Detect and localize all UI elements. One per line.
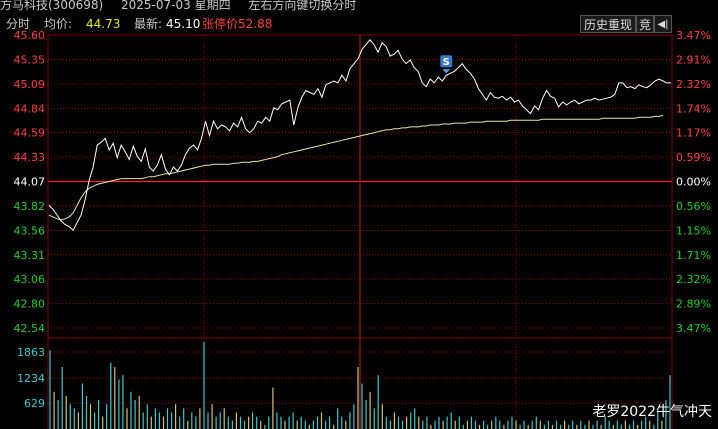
percent-tick-label: 1.17% (676, 127, 711, 140)
price-tick-label: 45.09 (14, 78, 46, 91)
price-tick-label: 42.80 (14, 298, 46, 311)
signal-pointer (442, 69, 451, 74)
percent-tick-label: 2.32% (676, 78, 711, 91)
price-tick-label: 44.59 (14, 127, 46, 140)
volume-tick-label: 1234 (17, 372, 45, 385)
percent-axis-labels: 3.47% 2.91% 2.32% 1.74% 1.17% 0.59% 0.00% 0.56%… (676, 29, 711, 335)
percent-tick-label: 2.89% (676, 298, 711, 311)
watermark-text: 老罗2022牛气冲天 (592, 404, 712, 420)
average-price-line (48, 114, 664, 221)
percent-tick-label: 2.91% (676, 53, 711, 66)
percent-tick-label: 0.56% (676, 200, 711, 213)
intraday-chart: 45.60 45.35 45.09 44.84 44.59 44.33 44.07 43.82… (14, 29, 711, 429)
percent-tick-label: 3.47% (676, 29, 711, 42)
price-tick-label: 45.35 (14, 53, 46, 66)
chart-grid (47, 34, 673, 429)
price-tick-label: 43.82 (14, 200, 46, 213)
signal-badge-label: S (443, 57, 450, 68)
percent-tick-label: 3.47% (676, 322, 711, 335)
percent-tick-label: 1.15% (676, 224, 711, 237)
price-tick-label: 42.54 (14, 322, 46, 335)
price-tick-label: 44.84 (14, 102, 46, 115)
volume-tick-label: 1863 (17, 346, 45, 359)
price-axis-labels: 45.60 45.35 45.09 44.84 44.59 44.33 44.07 43.82… (14, 29, 46, 335)
percent-tick-label: 0.59% (676, 151, 711, 164)
price-tick-label: 43.06 (14, 273, 46, 286)
price-tick-label: 44.33 (14, 151, 46, 164)
percent-tick-label: 1.71% (676, 249, 711, 262)
volume-tick-label: 629 (24, 397, 45, 410)
signal-marker[interactable]: S (440, 55, 453, 74)
price-tick-label: 43.31 (14, 249, 46, 262)
percent-tick-label: 2.32% (676, 273, 711, 286)
percent-tick-label: 0.00% (676, 176, 711, 189)
price-tick-label: 43.56 (14, 224, 46, 237)
percent-tick-label: 1.74% (676, 102, 711, 115)
price-tick-label: 45.60 (14, 29, 46, 42)
volume-axis-labels: 1863 1234 629 (17, 346, 45, 410)
price-tick-label: 44.07 (14, 176, 46, 189)
